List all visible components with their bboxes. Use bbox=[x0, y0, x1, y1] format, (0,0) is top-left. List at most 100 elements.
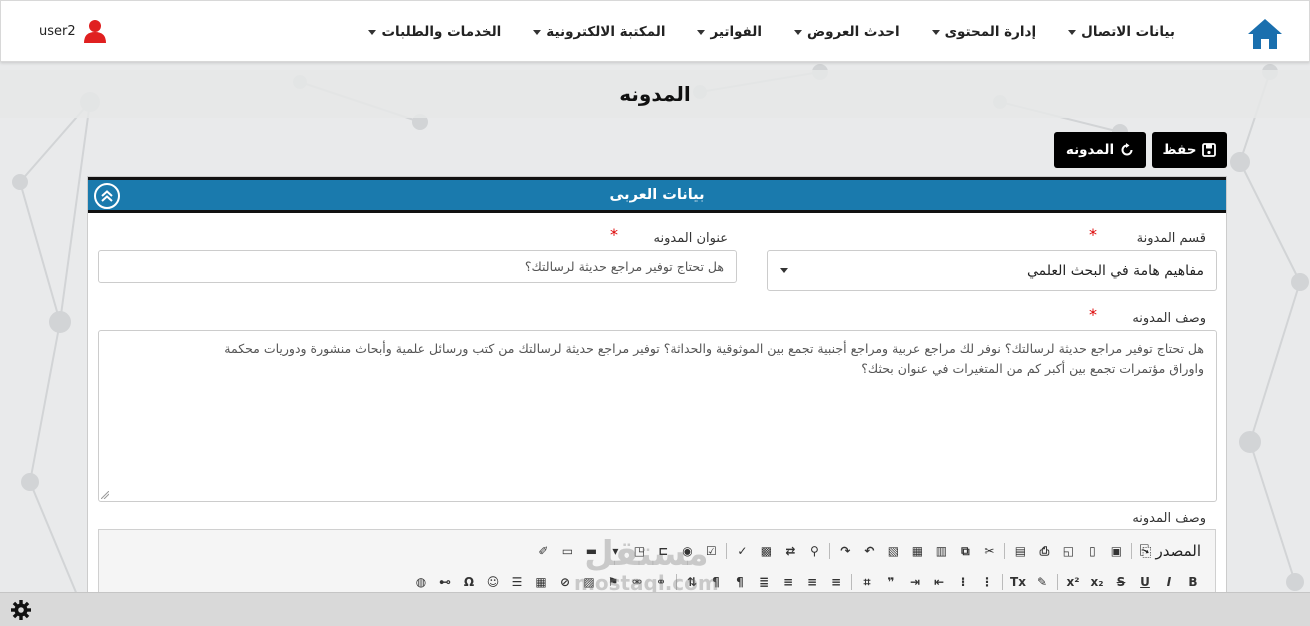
description-textarea[interactable]: هل تحتاج توفير مراجع حديثة لرسالتك؟ نوفر… bbox=[98, 330, 1217, 502]
templates-icon[interactable]: ▤ bbox=[1008, 540, 1032, 562]
editor-label: وصف المدونه bbox=[1132, 511, 1206, 526]
paste-word-icon[interactable]: ▧ bbox=[881, 540, 905, 562]
description-line: هل تحتاج توفير مراجع حديثة لرسالتك؟ نوفر… bbox=[224, 341, 1204, 356]
refresh-icon bbox=[1121, 143, 1133, 156]
italic-icon[interactable]: I bbox=[1157, 571, 1181, 593]
replace-icon[interactable]: ⇄ bbox=[778, 540, 802, 562]
nav-library-label: المكتبة الالكترونية bbox=[546, 24, 666, 40]
home-icon[interactable] bbox=[1247, 17, 1283, 51]
find-icon[interactable]: ⚲ bbox=[802, 540, 826, 562]
blog-label: المدونه bbox=[1065, 142, 1115, 158]
numbered-list-icon[interactable]: ⋮ bbox=[975, 571, 999, 593]
caret-down-icon bbox=[793, 29, 802, 35]
toolbar-separator bbox=[1002, 574, 1003, 590]
nav-library[interactable]: المكتبة الالكترونية bbox=[517, 24, 681, 40]
nav-content[interactable]: إدارة المحتوى bbox=[916, 24, 1052, 40]
caret-down-icon bbox=[1068, 29, 1077, 35]
copy-icon[interactable]: ⧉ bbox=[953, 540, 977, 562]
panel-header: بيانات العربى bbox=[88, 177, 1226, 213]
nav-services-label: الخدمات والطلبات bbox=[381, 24, 502, 40]
page-break-icon[interactable]: ⊷ bbox=[433, 571, 457, 593]
underline-icon[interactable]: U bbox=[1133, 571, 1157, 593]
category-select[interactable]: مفاهيم هامة في البحث العلمي bbox=[767, 250, 1217, 291]
superscript-icon[interactable]: x² bbox=[1061, 571, 1085, 593]
page-header: المدونه bbox=[0, 70, 1310, 118]
user-menu[interactable]: user2 bbox=[39, 19, 106, 43]
paste-icon[interactable]: ▥ bbox=[929, 540, 953, 562]
nav-contact-label: بيانات الاتصال bbox=[1081, 24, 1175, 40]
required-asterisk: * bbox=[1089, 305, 1097, 324]
watermark-english: mostaql.com bbox=[574, 571, 719, 595]
editor-toolbar-row-2: B I U S x₂ x² ✎ Tx ⋮ ⁝ ⇤ ⇥ ❞ ⌗ ≡ ≡ ≡ ≣ ¶… bbox=[409, 571, 1205, 593]
toolbar-separator bbox=[851, 574, 852, 590]
remove-format-icon[interactable]: Tx bbox=[1006, 571, 1030, 593]
resize-handle-icon[interactable] bbox=[101, 491, 109, 499]
caret-down-icon bbox=[931, 29, 940, 35]
username: user2 bbox=[39, 23, 76, 39]
source-button[interactable]: ⎘ المصدر bbox=[1135, 542, 1205, 560]
horizontal-line-icon[interactable]: ☰ bbox=[505, 571, 529, 593]
smiley-icon[interactable]: ☺ bbox=[481, 571, 505, 593]
new-page-icon[interactable]: ▯ bbox=[1080, 540, 1104, 562]
hidden-field-icon[interactable]: ✐ bbox=[531, 540, 555, 562]
align-right-icon[interactable]: ≡ bbox=[776, 571, 800, 593]
select-all-icon[interactable]: ▩ bbox=[754, 540, 778, 562]
description-label: وصف المدونه bbox=[1132, 311, 1206, 326]
iframe-icon[interactable]: ◍ bbox=[409, 571, 433, 593]
gear-icon[interactable] bbox=[10, 599, 32, 621]
nav-services[interactable]: الخدمات والطلبات bbox=[352, 24, 517, 40]
blog-back-button[interactable]: المدونه bbox=[1054, 132, 1146, 168]
top-navbar: الخدمات والطلبات المكتبة الالكترونية الف… bbox=[0, 0, 1310, 62]
save-doc-icon[interactable]: ▣ bbox=[1104, 540, 1128, 562]
double-chevron-up-icon bbox=[101, 190, 113, 202]
strike-icon[interactable]: S bbox=[1109, 571, 1133, 593]
align-center-icon[interactable]: ≡ bbox=[800, 571, 824, 593]
toolbar-separator bbox=[1057, 574, 1058, 590]
blockquote-icon[interactable]: ❞ bbox=[879, 571, 903, 593]
required-asterisk: * bbox=[610, 225, 618, 244]
caret-down-icon bbox=[697, 29, 706, 35]
nav-invoices[interactable]: الفواتير bbox=[681, 24, 777, 40]
title-input[interactable]: هل تحتاج توفير مراجع حديثة لرسالتك؟ bbox=[98, 250, 737, 283]
copy-format-icon[interactable]: ✎ bbox=[1030, 571, 1054, 593]
div-icon[interactable]: ⌗ bbox=[855, 571, 879, 593]
justify-icon[interactable]: ≣ bbox=[752, 571, 776, 593]
preview-icon[interactable]: ◱ bbox=[1056, 540, 1080, 562]
nav-invoices-label: الفواتير bbox=[710, 24, 762, 40]
source-icon: ⎘ bbox=[1139, 542, 1152, 560]
nav-contact[interactable]: بيانات الاتصال bbox=[1052, 24, 1191, 40]
ltr-icon[interactable]: ¶ bbox=[728, 571, 752, 593]
floppy-disk-icon bbox=[1202, 143, 1217, 157]
toolbar-separator bbox=[1004, 543, 1006, 559]
bottom-bar bbox=[0, 592, 1310, 626]
nav-offers-label: احدث العروض bbox=[806, 24, 900, 40]
nav-offers[interactable]: احدث العروض bbox=[778, 24, 916, 40]
spellcheck-icon[interactable]: ✓ bbox=[730, 540, 754, 562]
toolbar-separator bbox=[726, 543, 728, 559]
subscript-icon[interactable]: x₂ bbox=[1085, 571, 1109, 593]
save-button[interactable]: حفظ bbox=[1152, 132, 1227, 168]
print-icon[interactable]: ⎙ bbox=[1032, 540, 1056, 562]
table-icon[interactable]: ▦ bbox=[529, 571, 553, 593]
bullet-list-icon[interactable]: ⁝ bbox=[951, 571, 975, 593]
source-label: المصدر bbox=[1155, 542, 1201, 560]
toolbar-separator bbox=[829, 543, 831, 559]
collapse-button[interactable] bbox=[94, 183, 120, 209]
caret-down-icon bbox=[533, 29, 542, 35]
panel-title: بيانات العربى bbox=[609, 187, 705, 203]
save-label: حفظ bbox=[1162, 142, 1197, 158]
redo-icon[interactable]: ↷ bbox=[833, 540, 857, 562]
user-icon bbox=[83, 20, 106, 43]
indent-icon[interactable]: ⇥ bbox=[903, 571, 927, 593]
bold-icon[interactable]: B bbox=[1181, 571, 1205, 593]
undo-icon[interactable]: ↶ bbox=[857, 540, 881, 562]
cut-icon[interactable]: ✂ bbox=[977, 540, 1001, 562]
align-left-icon[interactable]: ≡ bbox=[824, 571, 848, 593]
watermark: مستقل mostaql.com bbox=[574, 536, 719, 594]
paste-text-icon[interactable]: ▦ bbox=[905, 540, 929, 562]
required-asterisk: * bbox=[1089, 225, 1097, 244]
caret-down-icon bbox=[780, 268, 788, 273]
outdent-icon[interactable]: ⇤ bbox=[927, 571, 951, 593]
special-char-icon[interactable]: Ω bbox=[457, 571, 481, 593]
nav-content-label: إدارة المحتوى bbox=[944, 24, 1037, 40]
